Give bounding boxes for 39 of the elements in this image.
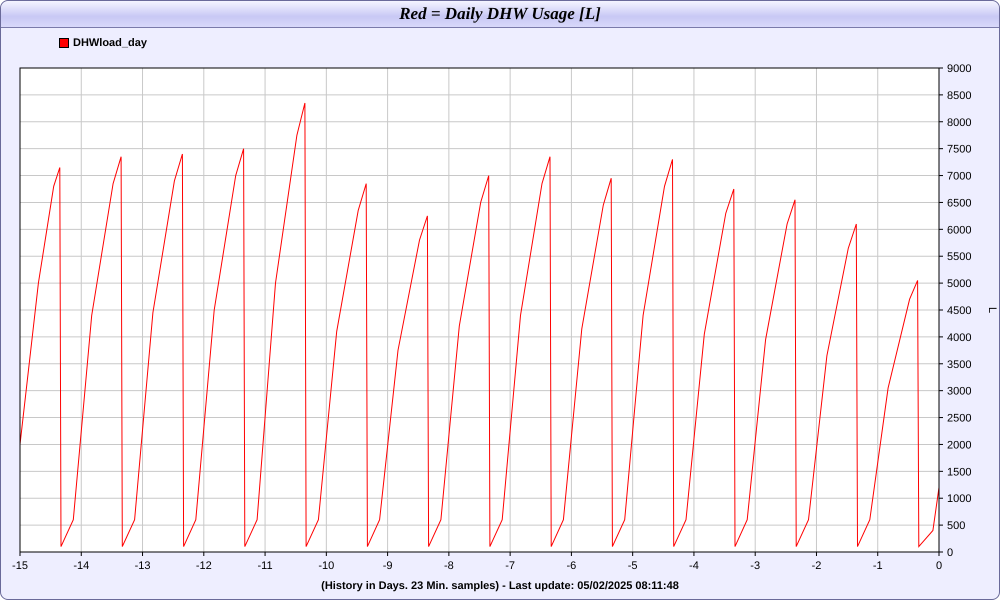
axis-label: L bbox=[986, 306, 998, 314]
tick-label: 1000 bbox=[947, 493, 972, 506]
legend-label: DHWload_day bbox=[73, 37, 147, 49]
tick-label: -4 bbox=[689, 560, 699, 572]
tick-label: 1500 bbox=[947, 466, 972, 478]
tick-label: 0 bbox=[936, 560, 942, 572]
tick-label: -9 bbox=[382, 560, 392, 572]
tick-label: 3500 bbox=[947, 358, 972, 371]
tick-label: 2000 bbox=[947, 439, 972, 452]
tick-label: 8500 bbox=[947, 90, 972, 102]
tick-label: 7500 bbox=[947, 144, 972, 156]
tick-label: -12 bbox=[196, 560, 212, 572]
tick-label: -13 bbox=[134, 560, 150, 572]
tick-label: 5000 bbox=[947, 278, 972, 290]
tick-label: 4000 bbox=[947, 332, 972, 344]
tick-label: -6 bbox=[566, 560, 576, 572]
tick-label: 5500 bbox=[947, 251, 972, 264]
tick-label: -5 bbox=[628, 560, 638, 572]
tick-label: -7 bbox=[505, 560, 516, 572]
tick-label: -15 bbox=[12, 560, 28, 572]
tick-label: -11 bbox=[258, 560, 273, 572]
tick-label: 3000 bbox=[947, 386, 972, 398]
tick-label: 7000 bbox=[947, 170, 972, 183]
tick-label: 4500 bbox=[947, 305, 972, 317]
axis-label: (History in Days. 23 Min. samples) - Last update: 05/02/2025 08:11:48 bbox=[321, 580, 679, 592]
tick-label: 0 bbox=[947, 547, 954, 559]
tick-label: 8000 bbox=[947, 116, 972, 129]
tick-label: 500 bbox=[947, 520, 966, 532]
tick-label: -1 bbox=[872, 560, 883, 572]
tick-label: 6500 bbox=[947, 197, 972, 210]
tick-label: -3 bbox=[750, 560, 760, 572]
tick-label: -14 bbox=[73, 560, 90, 572]
tick-label: 2500 bbox=[947, 412, 972, 425]
tick-label: -10 bbox=[318, 560, 334, 572]
tick-label: 6000 bbox=[947, 224, 972, 236]
tick-label: -8 bbox=[444, 560, 454, 572]
chart-title: Red = Daily DHW Usage [L] bbox=[399, 4, 601, 24]
tick-label: -2 bbox=[812, 560, 822, 572]
tick-label: 9000 bbox=[947, 63, 972, 75]
